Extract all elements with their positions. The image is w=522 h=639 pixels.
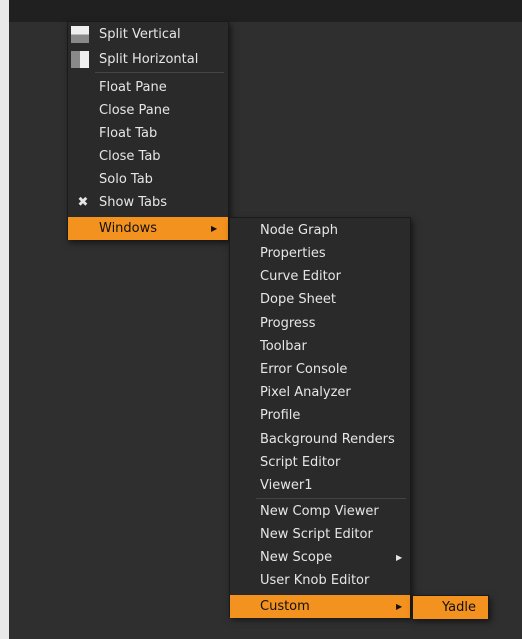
menu-item-new-script-editor[interactable]: New Script Editor (230, 523, 410, 546)
menu-item-windows[interactable]: Windows ▶ (68, 217, 228, 240)
menu-item-label: Curve Editor (260, 269, 341, 284)
windows-submenu: Node Graph Properties Curve Editor Dope … (229, 217, 411, 618)
menu-item-label: Progress (260, 316, 316, 331)
menu-item-error-console[interactable]: Error Console (230, 358, 410, 381)
window-frame-left (0, 0, 9, 639)
menu-item-label: Properties (260, 246, 326, 261)
menu-item-node-graph[interactable]: Node Graph (230, 219, 410, 242)
menu-item-label: New Comp Viewer (260, 504, 379, 519)
menu-item-solo-tab[interactable]: Solo Tab (68, 168, 228, 191)
menu-item-label: Solo Tab (99, 172, 153, 187)
split-vertical-icon (71, 26, 89, 43)
menu-item-label: User Knob Editor (260, 573, 370, 588)
menu-item-label: Dope Sheet (260, 292, 336, 307)
menu-item-label: Error Console (260, 362, 348, 377)
menu-item-label: Script Editor (260, 455, 341, 470)
menu-separator (95, 72, 224, 73)
menu-separator (256, 498, 406, 499)
menu-item-label: Toolbar (260, 339, 307, 354)
menu-item-float-tab[interactable]: Float Tab (68, 122, 228, 145)
menu-item-pixel-analyzer[interactable]: Pixel Analyzer (230, 381, 410, 404)
menu-item-toolbar[interactable]: Toolbar (230, 335, 410, 358)
menu-item-label: Close Pane (99, 103, 171, 118)
menu-item-label: Split Vertical (99, 27, 181, 42)
menu-item-progress[interactable]: Progress (230, 312, 410, 335)
split-horizontal-icon (71, 51, 89, 68)
menu-item-label: Close Tab (99, 149, 161, 164)
menu-item-label: Pixel Analyzer (260, 385, 351, 400)
menu-item-close-tab[interactable]: Close Tab (68, 145, 228, 168)
menu-item-close-pane[interactable]: Close Pane (68, 99, 228, 122)
custom-submenu: Yadle (412, 595, 489, 619)
menu-item-label: Split Horizontal (99, 52, 199, 67)
submenu-arrow-icon: ▶ (396, 602, 403, 611)
menu-item-split-horizontal[interactable]: Split Horizontal (68, 48, 228, 71)
menu-item-label: Background Renders (260, 432, 395, 447)
menu-item-background-renders[interactable]: Background Renders (230, 428, 410, 451)
menu-item-new-scope[interactable]: New Scope ▶ (230, 546, 410, 569)
menu-item-split-vertical[interactable]: Split Vertical (68, 23, 228, 46)
menu-item-label: Profile (260, 408, 301, 423)
menu-item-label: Viewer1 (260, 478, 313, 493)
menu-item-label: Show Tabs (99, 195, 167, 210)
menu-item-yadle[interactable]: Yadle (413, 596, 488, 619)
menu-item-script-editor[interactable]: Script Editor (230, 451, 410, 474)
menu-item-user-knob-editor[interactable]: User Knob Editor (230, 569, 410, 592)
menu-item-label: Windows (99, 221, 158, 236)
menu-item-show-tabs[interactable]: ✖ Show Tabs (68, 191, 228, 214)
checkmark-x-icon: ✖ (77, 195, 89, 210)
menu-item-custom[interactable]: Custom ▶ (230, 595, 410, 618)
pane-header-bar (9, 0, 522, 22)
menu-item-label: Node Graph (260, 223, 338, 238)
submenu-arrow-icon: ▶ (396, 553, 403, 562)
menu-item-profile[interactable]: Profile (230, 404, 410, 427)
menu-item-label: Float Pane (99, 80, 167, 95)
menu-item-viewer1[interactable]: Viewer1 (230, 474, 410, 497)
menu-item-curve-editor[interactable]: Curve Editor (230, 265, 410, 288)
menu-item-label: New Scope (260, 550, 333, 565)
menu-item-properties[interactable]: Properties (230, 242, 410, 265)
menu-item-label: Yadle (442, 600, 476, 615)
menu-item-label: Custom (260, 599, 310, 614)
pane-context-menu: Split Vertical Split Horizontal Float Pa… (67, 21, 229, 240)
menu-item-label: New Script Editor (260, 527, 373, 542)
menu-item-new-comp-viewer[interactable]: New Comp Viewer (230, 500, 410, 523)
submenu-arrow-icon: ▶ (211, 224, 218, 233)
menu-item-label: Float Tab (99, 126, 158, 141)
menu-item-dope-sheet[interactable]: Dope Sheet (230, 288, 410, 311)
menu-item-float-pane[interactable]: Float Pane (68, 76, 228, 99)
